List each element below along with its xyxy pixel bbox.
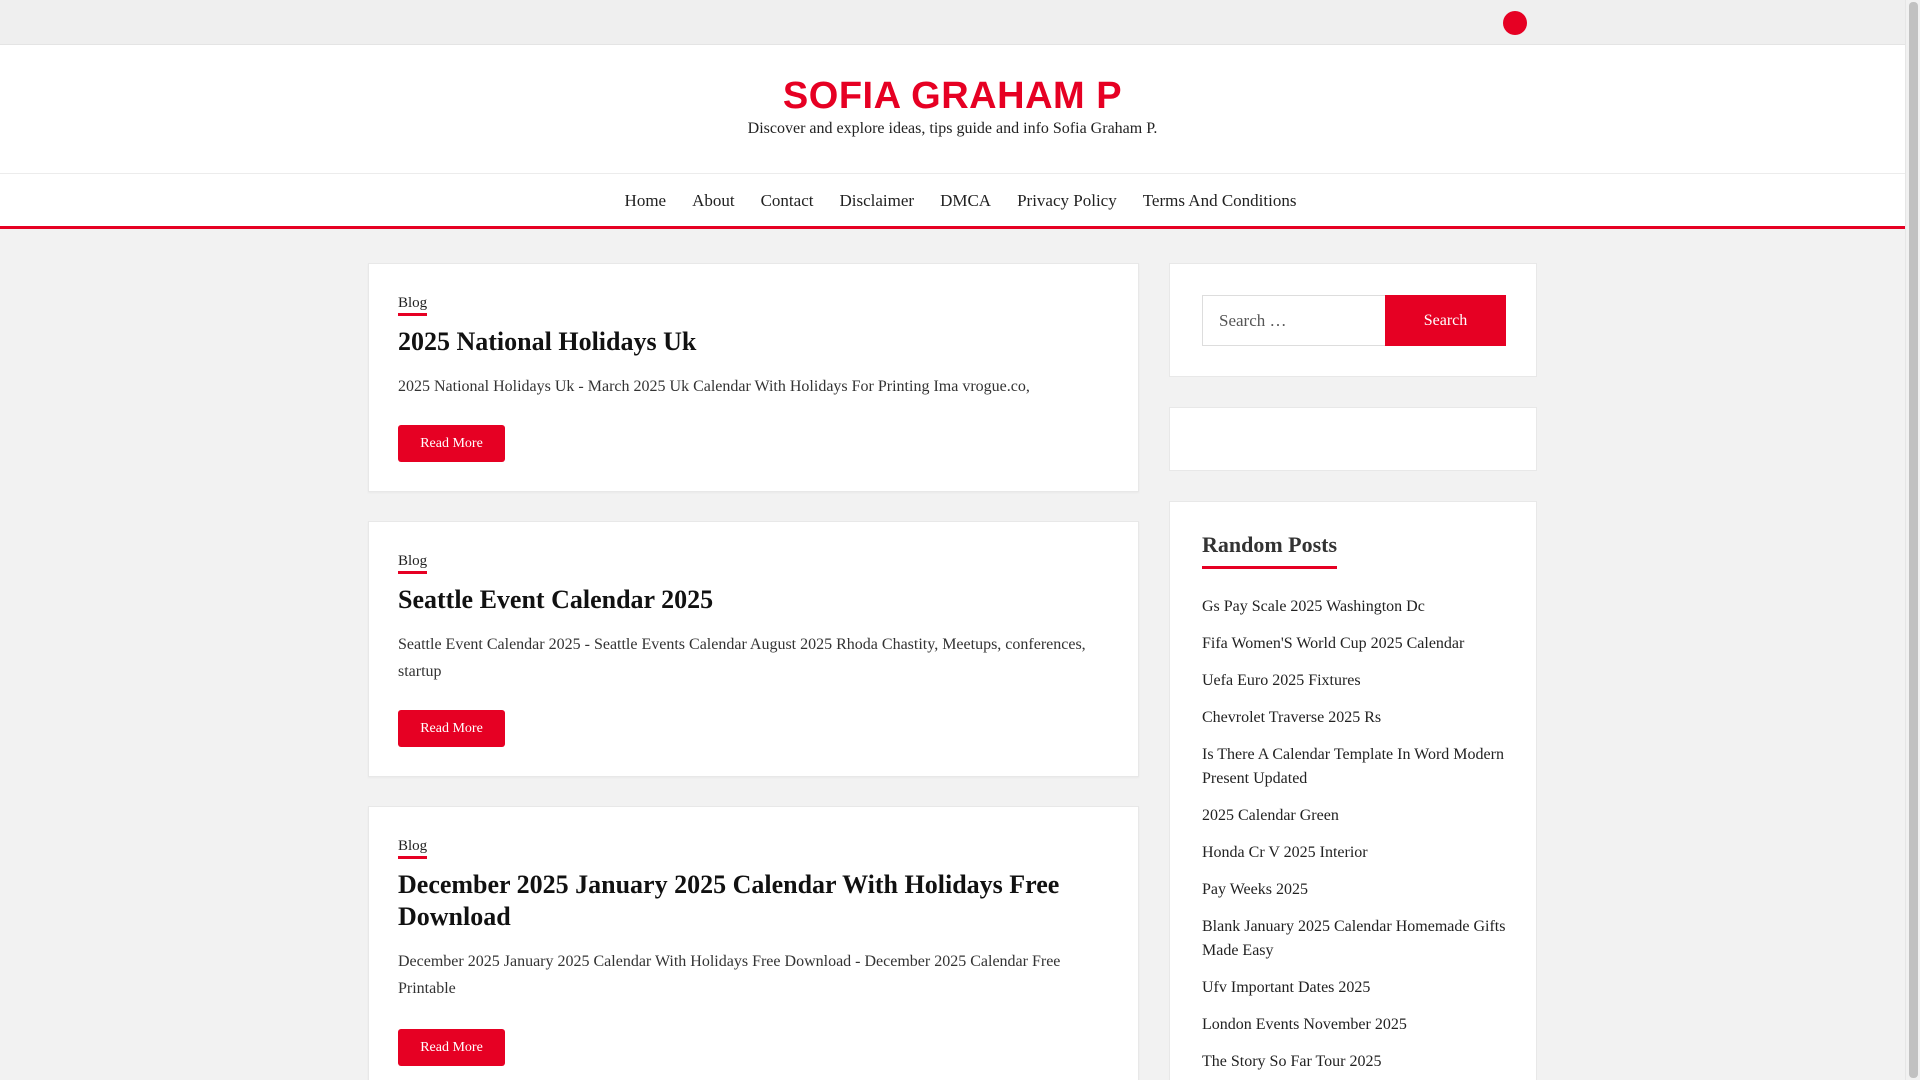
read-more-button[interactable]: Read More	[398, 710, 505, 747]
random-post-link[interactable]: Ufv Important Dates 2025	[1202, 976, 1512, 1000]
main-nav: Home About Contact Disclaimer DMCA Priva…	[0, 173, 1905, 229]
nav-item-dmca[interactable]: DMCA	[940, 191, 991, 211]
random-post-link[interactable]: London Events November 2025	[1202, 1013, 1512, 1037]
post-card: Blog Seattle Event Calendar 2025 Seattle…	[368, 521, 1139, 777]
read-more-button[interactable]: Read More	[398, 425, 505, 462]
search-icon[interactable]	[1503, 11, 1527, 35]
site-header: SOFIA GRAHAM P Discover and explore idea…	[0, 45, 1905, 173]
nav-item-privacy-policy[interactable]: Privacy Policy	[1017, 191, 1117, 211]
page: SOFIA GRAHAM P Discover and explore idea…	[0, 0, 1905, 1080]
site-description: Discover and explore ideas, tips guide a…	[747, 120, 1158, 137]
random-post-link[interactable]: Gs Pay Scale 2025 Washington Dc	[1202, 595, 1512, 619]
random-post-link[interactable]: Fifa Women'S World Cup 2025 Calendar	[1202, 632, 1512, 656]
post-card: Blog December 2025 January 2025 Calendar…	[368, 806, 1139, 1080]
random-post-link[interactable]: The Story So Far Tour 2025	[1202, 1050, 1512, 1074]
nav-item-terms[interactable]: Terms And Conditions	[1143, 191, 1297, 211]
post-excerpt: 2025 National Holidays Uk - March 2025 U…	[398, 378, 1030, 395]
random-post-link[interactable]: Honda Cr V 2025 Interior	[1202, 841, 1512, 865]
nav-item-home[interactable]: Home	[625, 191, 667, 211]
post-title[interactable]: Seattle Event Calendar 2025	[398, 584, 1118, 616]
random-post-link[interactable]: Is There A Calendar Template In Word Mod…	[1202, 743, 1512, 791]
post-category-link[interactable]: Blog	[398, 553, 428, 574]
page-scrollbar[interactable]	[1905, 0, 1920, 1080]
read-more-button[interactable]: Read More	[398, 1029, 505, 1066]
random-posts-widget: Random Posts Gs Pay Scale 2025 Washingto…	[1169, 501, 1537, 1080]
post-category-link[interactable]: Blog	[398, 295, 428, 316]
post-excerpt: December 2025 January 2025 Calendar With…	[398, 953, 1061, 997]
post-category-link[interactable]: Blog	[398, 838, 428, 859]
random-post-link[interactable]: Pay Weeks 2025	[1202, 878, 1512, 902]
nav-item-about[interactable]: About	[692, 191, 735, 211]
random-posts-list: Gs Pay Scale 2025 Washington Dc Fifa Wom…	[1202, 595, 1512, 1080]
search-button[interactable]: Search	[1385, 295, 1506, 346]
top-bar	[0, 0, 1905, 45]
random-post-link[interactable]: Uefa Euro 2025 Fixtures	[1202, 669, 1512, 693]
post-card: Blog 2025 National Holidays Uk 2025 Nati…	[368, 263, 1139, 492]
scrollbar-thumb[interactable]	[1909, 2, 1918, 1078]
nav-item-contact[interactable]: Contact	[761, 191, 814, 211]
search-input[interactable]: Search …	[1202, 295, 1386, 346]
empty-widget	[1169, 407, 1537, 471]
post-title[interactable]: December 2025 January 2025 Calendar With…	[398, 869, 1118, 933]
post-excerpt: Seattle Event Calendar 2025 - Seattle Ev…	[398, 636, 1086, 680]
random-post-link[interactable]: 2025 Calendar Green	[1202, 804, 1512, 828]
post-title[interactable]: 2025 National Holidays Uk	[398, 326, 1118, 358]
random-post-link[interactable]: Chevrolet Traverse 2025 Rs	[1202, 706, 1512, 730]
widget-title: Random Posts	[1202, 532, 1338, 569]
site-title[interactable]: SOFIA GRAHAM P	[0, 75, 1905, 118]
nav-item-disclaimer[interactable]: Disclaimer	[839, 191, 914, 211]
search-widget: Search … Search	[1169, 263, 1537, 377]
random-post-link[interactable]: Blank January 2025 Calendar Homemade Gif…	[1202, 915, 1512, 963]
